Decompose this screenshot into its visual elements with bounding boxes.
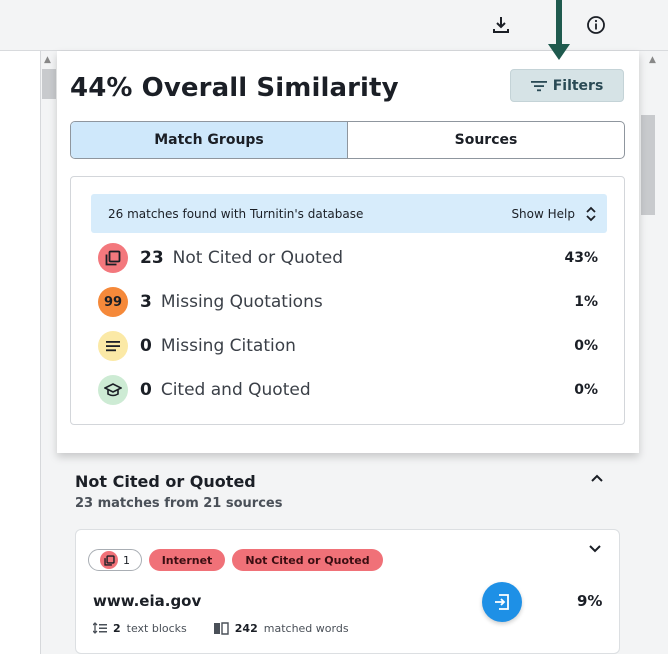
category-percent: 43% bbox=[564, 250, 598, 266]
expand-collapse-icon bbox=[586, 206, 596, 221]
tab-sources[interactable]: Sources bbox=[348, 122, 624, 158]
scrollbar-thumb[interactable] bbox=[641, 115, 655, 215]
open-in-panel-icon bbox=[495, 594, 509, 610]
category-row-missing-quotations[interactable]: 99 3 Missing Quotations 1% bbox=[98, 287, 598, 317]
source-meta: 2 text blocks 242 matched words bbox=[93, 621, 349, 635]
matches-found-text: 26 matches found with Turnitin's databas… bbox=[108, 206, 364, 221]
text-blocks-icon bbox=[93, 622, 107, 634]
view-tabs: Match Groups Sources bbox=[70, 121, 625, 159]
text-blocks-label: text blocks bbox=[126, 621, 187, 635]
copy-icon bbox=[98, 243, 128, 273]
database-info-banner: 26 matches found with Turnitin's databas… bbox=[91, 194, 607, 233]
group-title: Not Cited or Quoted bbox=[75, 472, 256, 491]
scroll-up-arrow-icon[interactable]: ▲ bbox=[44, 55, 51, 65]
tag-internet: Internet bbox=[149, 549, 225, 571]
lines-icon bbox=[98, 331, 128, 361]
source-name: www.eia.gov bbox=[93, 592, 202, 610]
category-percent: 0% bbox=[574, 338, 598, 354]
match-count: 1 bbox=[123, 553, 130, 567]
filters-button[interactable]: Filters bbox=[510, 69, 624, 102]
copy-icon bbox=[100, 551, 118, 569]
annotation-arrow-icon bbox=[548, 0, 570, 60]
filters-label: Filters bbox=[552, 77, 604, 94]
match-count-pill: 1 bbox=[88, 549, 142, 571]
category-count: 0 bbox=[140, 380, 152, 400]
category-row-cited-and-quoted[interactable]: 0 Cited and Quoted 0% bbox=[98, 375, 598, 405]
quote-icon: 99 bbox=[98, 287, 128, 317]
match-group-list: Not Cited or Quoted 23 matches from 21 s… bbox=[57, 453, 639, 654]
group-subtitle: 23 matches from 21 sources bbox=[75, 496, 283, 511]
category-label: Cited and Quoted bbox=[160, 380, 311, 400]
similarity-panel: 44% Overall Similarity Filters Match Gro… bbox=[57, 51, 639, 453]
category-count: 3 bbox=[140, 292, 152, 312]
category-count: 23 bbox=[140, 248, 164, 268]
category-percent: 1% bbox=[574, 294, 598, 310]
page-title: 44% Overall Similarity bbox=[70, 73, 399, 103]
matched-words-count: 242 bbox=[234, 621, 258, 635]
category-label: Not Cited or Quoted bbox=[172, 248, 344, 268]
tab-match-groups[interactable]: Match Groups bbox=[71, 122, 348, 158]
show-help-label: Show Help bbox=[511, 206, 575, 221]
document-pane bbox=[0, 51, 41, 654]
graduation-cap-icon bbox=[98, 375, 128, 405]
chevron-down-icon[interactable] bbox=[588, 543, 602, 553]
category-row-not-cited[interactable]: 23 Not Cited or Quoted 43% bbox=[98, 243, 598, 273]
text-blocks-count: 2 bbox=[113, 621, 121, 635]
panel-scrollbar[interactable]: ▲ bbox=[639, 51, 668, 654]
show-help-toggle[interactable]: Show Help bbox=[511, 205, 597, 223]
source-card[interactable]: 1 Internet Not Cited or Quoted www.eia.g… bbox=[75, 529, 620, 654]
source-percent: 9% bbox=[577, 592, 603, 610]
scroll-up-arrow-icon[interactable]: ▲ bbox=[649, 55, 656, 65]
book-icon bbox=[213, 622, 229, 635]
matched-words-label: matched words bbox=[263, 621, 349, 635]
scrollbar-thumb[interactable] bbox=[42, 69, 56, 99]
chevron-up-icon[interactable] bbox=[590, 473, 604, 483]
category-percent: 0% bbox=[574, 382, 598, 398]
category-count: 0 bbox=[140, 336, 152, 356]
category-row-missing-citation[interactable]: 0 Missing Citation 0% bbox=[98, 331, 598, 361]
filter-icon bbox=[530, 80, 547, 91]
category-label: Missing Citation bbox=[160, 336, 296, 356]
match-summary: 26 matches found with Turnitin's databas… bbox=[70, 176, 625, 425]
document-scrollbar[interactable]: ▲ bbox=[41, 51, 57, 654]
info-icon[interactable] bbox=[583, 12, 609, 38]
category-label: Missing Quotations bbox=[160, 292, 323, 312]
open-source-button[interactable] bbox=[482, 582, 522, 622]
tag-category: Not Cited or Quoted bbox=[232, 549, 383, 571]
download-icon[interactable] bbox=[488, 12, 514, 38]
